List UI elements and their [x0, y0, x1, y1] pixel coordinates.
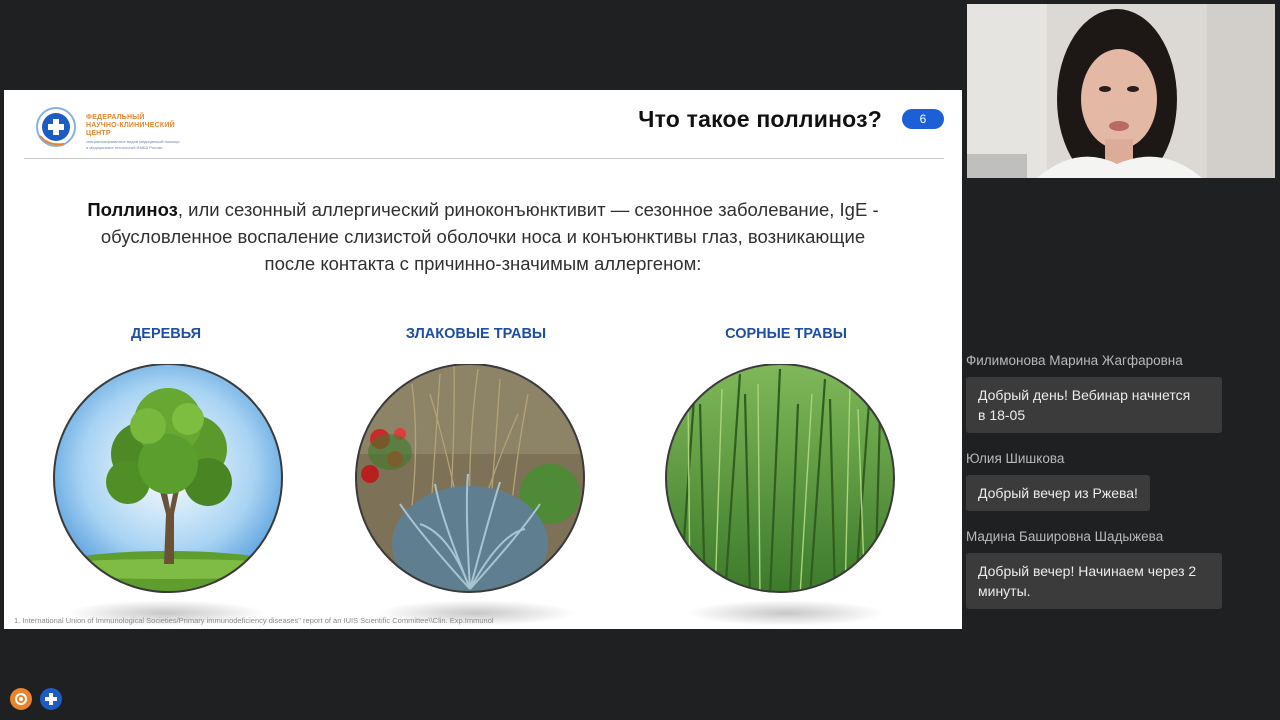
- chat-message: Мадина Башировна Шадыжева Добрый вечер! …: [966, 528, 1266, 626]
- tree-image: [48, 364, 288, 596]
- logo-text-line4: и медицинских технологий ФМБА России: [86, 145, 163, 150]
- definition-line-2: обусловленное воспаление слизистой оболо…: [100, 226, 866, 247]
- logo-text-line2: НАУЧНО-КЛИНИЧЕСКИЙ ЦЕНТР: [86, 122, 175, 137]
- presentation-slide: ФЕДЕРАЛЬНЫЙ НАУЧНО-КЛИНИЧЕСКИЙ ЦЕНТР спе…: [4, 90, 962, 629]
- app-logo-icon[interactable]: [40, 688, 62, 710]
- chat-author: Юлия Шишкова: [966, 451, 1065, 466]
- definition-text: Поллиноз, или сезонный аллергический рин…: [34, 196, 932, 277]
- logo-text-line1: ФЕДЕРАЛЬНЫЙ: [86, 114, 145, 121]
- chat-panel: Филимонова Марина Жагфаровна Добрый день…: [966, 352, 1266, 626]
- weed-image-shadow: [686, 600, 886, 626]
- settings-icon[interactable]: [10, 688, 32, 710]
- chat-text-line1: Добрый вечер! Начинаем через 2: [978, 563, 1197, 579]
- logo-text-line3: специализированных видов медицинской пом…: [86, 139, 180, 144]
- definition-term: Поллиноз: [87, 199, 178, 220]
- category-label-weed-grasses: СОРНЫЕ ТРАВЫ: [725, 326, 847, 342]
- slide-footnote: 1. International Union of Immunological …: [14, 616, 494, 625]
- chat-text-line1: Добрый день! Вебинар начнется: [978, 387, 1191, 403]
- definition-line-1: , или сезонный аллергический риноконъюнк…: [177, 199, 879, 220]
- chat-message: Юлия Шишкова Добрый вечер из Ржева!: [966, 450, 1266, 528]
- chat-text-line2: минуты.: [978, 583, 1031, 599]
- chat-text-line2: в 18-05: [978, 407, 1026, 423]
- organization-logo: ФЕДЕРАЛЬНЫЙ НАУЧНО-КЛИНИЧЕСКИЙ ЦЕНТР спе…: [34, 106, 194, 150]
- category-label-cereal-grasses: ЗЛАКОВЫЕ ТРАВЫ: [405, 326, 547, 342]
- chat-bubble: Добрый вечер! Начинаем через 2 минуты.: [966, 553, 1222, 609]
- chat-bubble: Добрый вечер из Ржева!: [966, 475, 1150, 511]
- category-label-trees: ДЕРЕВЬЯ: [130, 326, 202, 342]
- chat-text-line1: Добрый вечер из Ржева!: [978, 485, 1138, 501]
- medical-cross-logo-icon: [36, 107, 76, 147]
- definition-line-3: после контакта с причинно-значимым аллер…: [264, 253, 702, 274]
- weed-grass-image: [660, 364, 900, 596]
- slide-title: Что такое поллиноз?: [638, 106, 882, 132]
- chat-message: Филимонова Марина Жагфаровна Добрый день…: [966, 352, 1266, 450]
- slide-page-number: 6: [902, 109, 944, 129]
- title-divider: [24, 158, 944, 159]
- speaker-webcam-video: [967, 4, 1275, 178]
- chat-bubble: Добрый день! Вебинар начнется в 18-05: [966, 377, 1222, 433]
- chat-author: Филимонова Марина Жагфаровна: [966, 353, 1183, 368]
- cereal-grass-image: [350, 364, 590, 596]
- chat-author: Мадина Башировна Шадыжева: [966, 529, 1164, 544]
